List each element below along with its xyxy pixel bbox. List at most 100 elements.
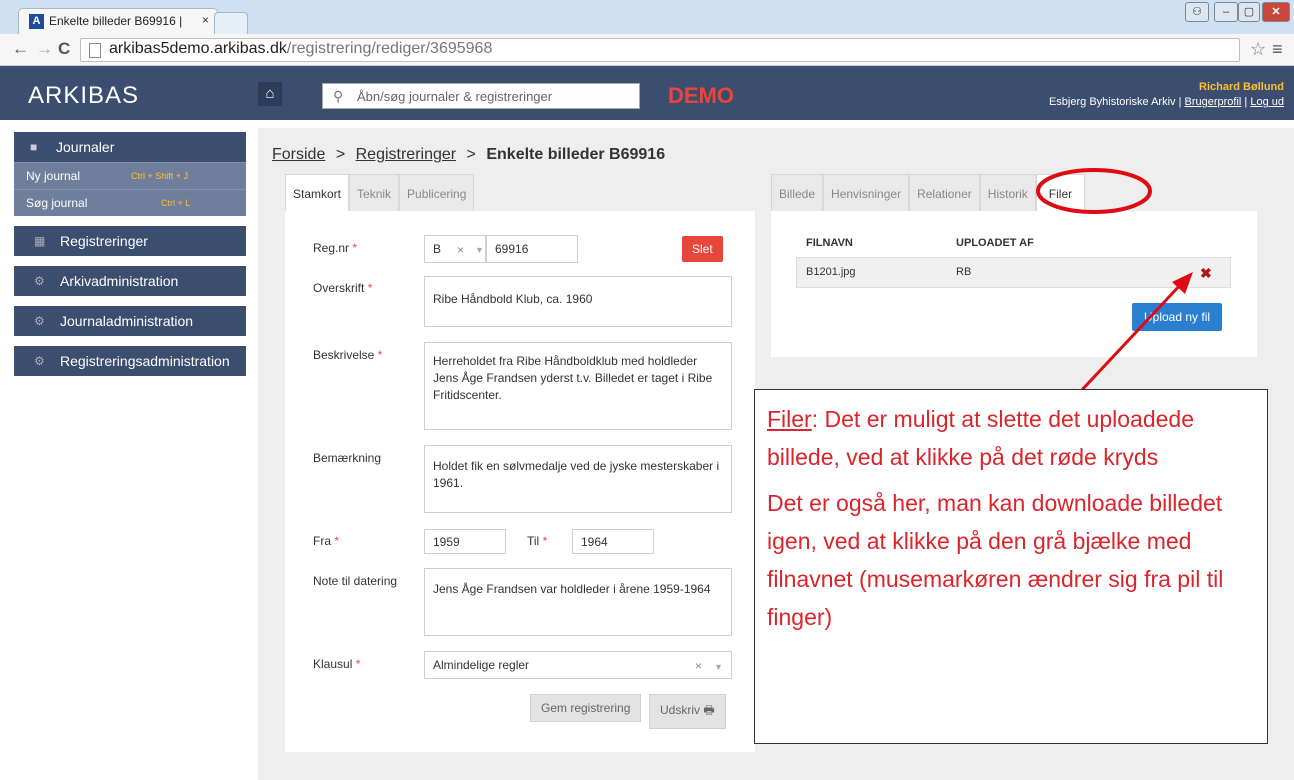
tab-historik[interactable]: Historik [979,174,1036,211]
callout-paragraph-1: Filer: Det er muligt at slette det uploa… [767,400,1257,476]
delete-button[interactable]: Slet [682,236,723,262]
window-minimize-button[interactable]: – [1214,2,1238,22]
archive-name: Esbjerg Byhistoriske Arkiv [1048,96,1176,108]
home-icon[interactable]: ⌂ [258,82,282,106]
sidebar-item-label: Ny journal [26,169,81,183]
page-icon [89,43,101,58]
user-name: Richard Bøllund [1199,81,1284,93]
breadcrumb-separator: > [335,146,346,163]
sidebar-item-sog-journal[interactable]: Søg journal Ctrl + L [14,189,246,216]
url-bar[interactable]: arkibas5demo.arkibas.dk/registrering/red… [80,38,1240,62]
beskrivelse-field[interactable]: Herreholdet fra Ribe Håndboldklub med ho… [424,342,732,430]
url-domain: arkibas5demo.arkibas.dk [109,40,287,57]
window-user-icon[interactable]: ⚇ [1185,2,1209,22]
tab-close-icon[interactable]: × [202,13,209,27]
sidebar-item-label: Journaler [56,139,115,155]
regnr-number-field[interactable]: 69916 [486,235,578,263]
printer-icon: 🖶 [703,703,715,717]
gear-icon: ⚙ [34,274,45,288]
shortcut-hint: Ctrl + L [161,198,191,208]
app-header: ARKIBAS ⌂ ⚲ Åbn/søg journaler & registre… [0,66,1294,120]
clear-icon[interactable]: × [457,242,464,259]
folder-icon: ■ [30,140,38,154]
breadcrumb-registreringer-link[interactable]: Registreringer [356,146,456,163]
browser-tab[interactable]: A Enkelte billeder B69916 | × [18,8,218,34]
new-tab-button[interactable] [214,12,248,34]
note-label: Note til datering [313,574,398,588]
print-button[interactable]: Udskriv 🖶 [649,694,726,729]
user-links: Esbjerg Byhistoriske Arkiv | Brugerprofi… [1048,96,1284,108]
app-logo[interactable]: ARKIBAS [28,82,139,110]
breadcrumb-home-link[interactable]: Forside [272,146,325,163]
file-name: B1201.jpg [806,266,856,278]
til-label: Til * [527,534,548,548]
regnr-prefix-select[interactable]: B × ▼ [424,235,486,263]
reload-icon[interactable]: C [58,39,70,59]
breadcrumb-separator: > [466,146,476,163]
sidebar-item-registreringer[interactable]: ▦ Registreringer [14,226,246,256]
demo-label: DEMO [668,83,734,108]
callout-paragraph-2: Det er også her, man kan downloade bille… [767,490,1224,630]
column-header-filnavn: FILNAVN [806,237,853,249]
stamkort-panel: Reg.nr * B × ▼ 69916 Slet Overskrift * R… [285,211,755,752]
left-tab-bar: Stamkort Teknik Publicering [285,174,475,211]
favicon-icon: A [29,14,44,29]
tab-title: Enkelte billeder B69916 | [49,14,183,28]
print-label: Udskriv [660,703,701,717]
bemaerkning-label: Bemærkning [313,451,382,465]
gear-icon: ⚙ [34,314,45,328]
fra-field[interactable]: 1959 [424,529,506,554]
fra-label: Fra * [313,534,340,548]
search-placeholder: Åbn/søg journaler & registreringer [357,89,553,104]
forward-icon[interactable]: → [36,39,53,59]
klausul-select[interactable]: Almindelige regler × ▼ [424,651,732,679]
tab-relationer[interactable]: Relationer [909,174,980,211]
sidebar-item-ny-journal[interactable]: Ny journal Ctrl + Shift + J [14,162,246,189]
bookmark-star-icon[interactable]: ☆ [1250,39,1266,60]
browser-toolbar: ← → C arkibas5demo.arkibas.dk/registreri… [0,34,1294,66]
chevron-down-icon[interactable]: ▼ [714,659,723,676]
tab-teknik[interactable]: Teknik [349,174,400,211]
search-icon: ⚲ [333,88,344,104]
callout-text-1: : Det er muligt at slette det uploadede … [767,406,1195,470]
beskrivelse-label: Beskrivelse * [313,348,383,362]
column-header-uploadet-af: UPLOADET AF [956,237,1034,249]
overskrift-field[interactable]: Ribe Håndbold Klub, ca. 1960 [424,276,732,327]
sidebar-item-arkivadministration[interactable]: ⚙ Arkivadministration [14,266,246,296]
highlight-circle [1036,168,1152,214]
gear-icon: ⚙ [34,354,45,368]
klausul-label: Klausul * [313,657,361,671]
breadcrumb-current: Enkelte billeder B69916 [486,146,666,163]
back-icon[interactable]: ← [12,39,29,59]
note-field[interactable]: Jens Åge Frandsen var holdleder i årene … [424,568,732,636]
til-field[interactable]: 1964 [572,529,654,554]
profile-link[interactable]: Brugerprofil [1185,96,1242,108]
sidebar: ■ Journaler Ny journal Ctrl + Shift + J … [14,132,246,376]
url-path: /registrering/rediger/3695968 [286,40,493,57]
tab-publicering[interactable]: Publicering [399,174,475,211]
tab-henvisninger[interactable]: Henvisninger [823,174,910,211]
sidebar-item-journaladministration[interactable]: ⚙ Journaladministration [14,306,246,336]
sidebar-item-journaler[interactable]: ■ Journaler [14,132,246,162]
sidebar-item-registreringsadministration[interactable]: ⚙ Registreringsadministration [14,346,246,376]
tab-billede[interactable]: Billede [771,174,824,211]
overskrift-label: Overskrift * [313,281,373,295]
clear-icon[interactable]: × [695,658,702,675]
window-close-button[interactable]: ✕ [1262,2,1290,22]
annotation-arrow [1078,272,1193,394]
regnr-label: Reg.nr * [313,241,358,255]
breadcrumb: Forside > Registreringer > Enkelte bille… [272,146,665,164]
save-button[interactable]: Gem registrering [530,694,642,722]
tab-stamkort[interactable]: Stamkort [285,174,350,211]
sidebar-item-label: Registreringsadministration [60,353,230,369]
shortcut-hint: Ctrl + Shift + J [131,171,189,181]
sidebar-item-label: Søg journal [26,196,88,210]
logout-link[interactable]: Log ud [1250,96,1284,108]
window-maximize-button[interactable]: ▢ [1238,2,1260,22]
regnr-prefix-value: B [433,242,442,256]
bemaerkning-field[interactable]: Holdet fik en sølvmedalje ved de jyske m… [424,445,732,513]
browser-titlebar: A Enkelte billeder B69916 | × ⚇ – ▢ ✕ [0,0,1294,34]
browser-menu-icon[interactable]: ≡ [1272,39,1283,60]
chevron-down-icon[interactable]: ▼ [475,242,484,259]
search-input[interactable]: ⚲ Åbn/søg journaler & registreringer [322,83,640,109]
